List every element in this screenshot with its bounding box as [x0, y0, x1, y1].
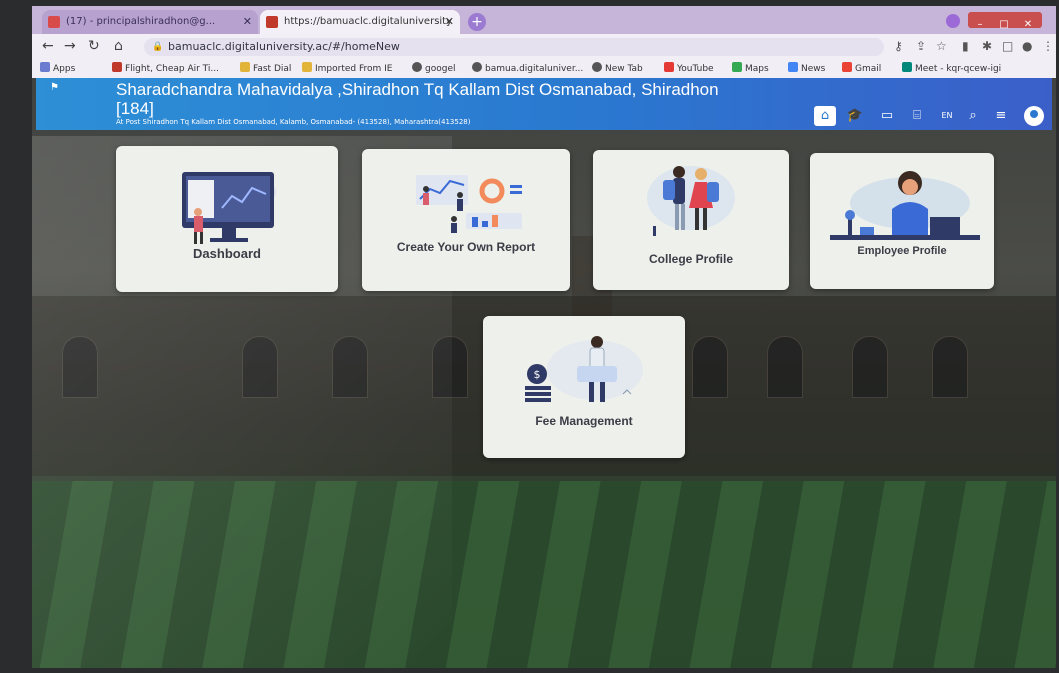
back-icon[interactable]: ← — [42, 38, 54, 54]
profile-icon[interactable]: ● — [1022, 39, 1032, 53]
bookmarks-bar: Apps Flight, Cheap Air Ti... Fast Dial I… — [32, 60, 1056, 78]
extension-icon[interactable]: ▮ — [962, 39, 969, 53]
card-label: Employee Profile — [857, 245, 947, 257]
flag-icon: ⚑ — [50, 82, 59, 93]
bookmark-item[interactable]: googel — [412, 62, 455, 74]
minimize-icon[interactable]: – — [968, 17, 992, 33]
apps-grid-icon — [40, 62, 50, 72]
browser-tab[interactable]: (17) - principalshiradhon@g... ✕ — [42, 10, 258, 34]
graduation-cap-icon[interactable]: 🎓 — [844, 106, 866, 126]
lock-icon: 🔒 — [152, 42, 164, 52]
chrome-profile-icon[interactable] — [946, 14, 960, 28]
maximize-icon[interactable]: □ — [992, 17, 1016, 33]
gmail-icon — [48, 16, 60, 28]
chrome-menu-icon[interactable]: ⋮ — [1042, 39, 1054, 53]
bookmark-item[interactable]: bamua.digitaluniver... — [472, 62, 583, 74]
fee-management-card[interactable]: $ Fee Management — [483, 316, 685, 458]
tab-title: https://bamuaclc.digitaluniversity — [284, 16, 453, 27]
app-header: ⚑ Sharadchandra Mahavidalya ,Shiradhon T… — [36, 78, 1052, 130]
college-title: Sharadchandra Mahavidalya ,Shiradhon Tq … — [116, 80, 719, 118]
new-tab-button[interactable]: + — [468, 13, 486, 31]
user-avatar-icon[interactable] — [1024, 106, 1044, 126]
card-label: College Profile — [648, 252, 734, 266]
fee-management-illustration-icon: $ — [525, 336, 643, 402]
screen: (17) - principalshiradhon@g... ✕ https:/… — [32, 6, 1056, 668]
search-icon[interactable]: ⌕ — [962, 106, 984, 126]
folder-icon — [302, 62, 312, 72]
address-text: bamuaclc.digitaluniversity.ac/#/homeNew — [168, 40, 400, 53]
card-label: Dashboard — [193, 246, 261, 261]
dashboard-illustration-icon — [182, 172, 276, 244]
folder-icon — [240, 62, 250, 72]
browser-toolbar: ← → ↻ ⌂ 🔒 bamuaclc.digitaluniversity.ac/… — [32, 34, 1056, 60]
home-browser-icon[interactable]: ⌂ — [114, 38, 123, 54]
bookmark-item[interactable]: YouTube — [664, 62, 714, 74]
college-profile-card[interactable]: College Profile — [593, 150, 789, 290]
card-label: Create Your Own Report — [396, 240, 536, 254]
bookmark-apps[interactable]: Apps — [40, 62, 75, 74]
close-window-icon[interactable]: ✕ — [1016, 17, 1040, 33]
close-tab-icon[interactable]: ✕ — [445, 10, 454, 34]
background-window — [852, 336, 888, 398]
reload-icon[interactable]: ↻ — [88, 38, 100, 54]
gmail-icon — [842, 62, 852, 72]
institution-icon[interactable]: ⌸ — [906, 106, 928, 126]
bookmark-item[interactable]: News — [788, 62, 825, 74]
bookmark-item[interactable]: Flight, Cheap Air Ti... — [112, 62, 219, 74]
site-favicon-icon — [266, 16, 278, 28]
card-label: Fee Management — [535, 414, 633, 428]
puzzle-icon[interactable]: ✱ — [982, 39, 992, 53]
dashboard-card[interactable]: Dashboard — [116, 146, 338, 292]
language-selector[interactable]: EN — [936, 106, 958, 126]
window-controls: – □ ✕ — [968, 12, 1042, 30]
browser-tab-active[interactable]: https://bamuaclc.digitaluniversity ✕ — [260, 10, 460, 34]
background-window — [932, 336, 968, 398]
news-icon — [788, 62, 798, 72]
address-bar[interactable]: 🔒 bamuaclc.digitaluniversity.ac/#/homeNe… — [144, 38, 884, 56]
maps-icon — [732, 62, 742, 72]
share-icon[interactable]: ⇪ — [916, 39, 926, 53]
globe-icon — [592, 62, 602, 72]
bookmark-item[interactable]: Imported From IE — [302, 62, 392, 74]
menu-icon[interactable]: ≡ — [990, 106, 1012, 126]
youtube-icon — [664, 62, 674, 72]
bookmark-item[interactable]: Gmail — [842, 62, 881, 74]
employee-profile-card[interactable]: Employee Profile — [810, 153, 994, 289]
background-window — [692, 336, 728, 398]
star-icon[interactable]: ☆ — [936, 39, 947, 53]
report-illustration-icon — [416, 175, 522, 233]
forward-icon[interactable]: → — [64, 38, 76, 54]
key-icon[interactable]: ⚷ — [894, 39, 903, 53]
create-report-card[interactable]: Create Your Own Report — [362, 149, 570, 291]
bookmark-item[interactable]: Maps — [732, 62, 769, 74]
svg-text:$: $ — [534, 368, 541, 381]
home-icon[interactable]: ⌂ — [814, 106, 836, 126]
background-window — [767, 336, 803, 398]
bookmark-item[interactable]: Fast Dial — [240, 62, 291, 74]
sidepanel-icon[interactable]: □ — [1002, 39, 1013, 53]
bookmark-item[interactable]: Meet - kqr-qcew-igi — [902, 62, 1001, 74]
college-address: At Post Shiradhon Tq Kallam Dist Osmanab… — [116, 118, 471, 126]
browser-tab-strip: (17) - principalshiradhon@g... ✕ https:/… — [32, 6, 1056, 34]
college-profile-illustration-icon — [647, 166, 735, 236]
globe-icon — [412, 62, 422, 72]
close-tab-icon[interactable]: ✕ — [243, 10, 252, 34]
meet-icon — [902, 62, 912, 72]
bookmark-favicon-icon — [112, 62, 122, 72]
employee-profile-illustration-icon — [830, 171, 980, 240]
globe-icon — [472, 62, 482, 72]
tab-title: (17) - principalshiradhon@g... — [66, 16, 216, 27]
bookmark-item[interactable]: New Tab — [592, 62, 643, 74]
card-icon[interactable]: ▭ — [876, 106, 898, 126]
